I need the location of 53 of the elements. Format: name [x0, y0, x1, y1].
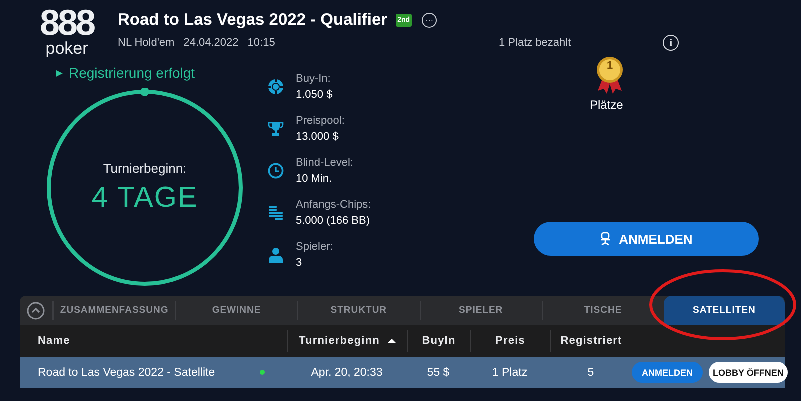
open-lobby-button[interactable]: LOBBY ÖFFNEN [709, 362, 788, 383]
countdown-value: 4 TAGE [92, 182, 198, 215]
tab[interactable]: STRUKTUR [297, 301, 420, 320]
logo-word: poker [46, 40, 88, 57]
game-type: NL Hold'em [118, 37, 175, 49]
table-cell-text: 1 Platz [491, 366, 529, 378]
column-header[interactable]: Name [38, 335, 70, 347]
column-header[interactable]: Preis [496, 335, 526, 347]
stat-value: 10 Min. [296, 173, 334, 185]
places-label: Plätze [590, 98, 624, 112]
info-button[interactable]: i [663, 35, 680, 51]
person-icon [268, 247, 284, 263]
tab[interactable]: ZUSAMMENFASSUNG [53, 301, 176, 320]
registration-status: Registrierung erfolgt [69, 65, 196, 81]
more-button[interactable]: ··· [422, 13, 438, 28]
stat-label: Blind-Level: [296, 157, 354, 169]
sort-icon [388, 338, 396, 344]
collapse-icon[interactable] [27, 302, 45, 320]
table-cell-text: Road to Las Vegas 2022 - Satellite [37, 366, 216, 378]
table-cell-text: Apr. 20, 20:33 [310, 366, 384, 378]
time: 10:15 [248, 37, 276, 49]
stat-label: Spieler: [296, 241, 334, 253]
stat-label: Preispool: [296, 115, 345, 127]
stat-value: 5.000 (166 BB) [296, 215, 371, 227]
chip-stack-icon [268, 205, 284, 221]
payout-text: 1 Platz bezahlt [499, 37, 572, 49]
tournament-title: Road to Las Vegas 2022 - Qualifier [118, 11, 388, 30]
table-row[interactable]: Road to Las Vegas 2022 - Satellite Apr. 20, 20:33 55 $ 1 Platz 5 ANMELDEN LOBBY ÖFFNEN [20, 357, 785, 388]
stat-value: 13.000 $ [296, 131, 340, 143]
stat-label: Buy-In: [296, 73, 332, 85]
tab[interactable]: GEWINNE [175, 301, 298, 320]
play-icon: ▶ [56, 68, 63, 78]
medal-icon [595, 56, 625, 96]
medal-number: 1 [606, 60, 614, 72]
stat-label: Anfangs-Chips: [296, 199, 372, 211]
stat-value: 3 [296, 257, 304, 269]
register-button[interactable]: ANMELDEN [534, 222, 759, 256]
trophy-icon [268, 121, 284, 137]
table-cell-text: 55 $ [426, 366, 451, 378]
table-cell-text: 5 [586, 366, 596, 378]
clock-icon [268, 163, 284, 179]
column-header[interactable]: Registriert [560, 335, 622, 347]
register-button[interactable]: ANMELDEN [632, 362, 703, 383]
date: 24.04.2022 [184, 37, 239, 49]
countdown-label: Turnierbeginn: [103, 161, 187, 176]
seat-icon [600, 232, 612, 246]
tab[interactable]: SATELLITEN [664, 296, 786, 325]
column-header[interactable]: BuyIn [422, 335, 456, 347]
column-header[interactable]: Turnierbeginn [299, 335, 396, 347]
chip-icon [268, 79, 284, 95]
tab[interactable]: SPIELER [420, 301, 542, 320]
stat-value: 1.050 $ [296, 89, 333, 101]
logo-mark: 888 [40, 8, 94, 38]
